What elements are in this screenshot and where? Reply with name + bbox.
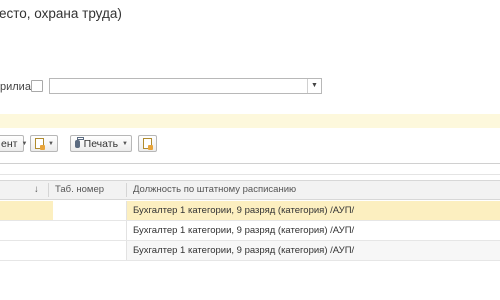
branch-select[interactable]: ▼ bbox=[49, 78, 322, 94]
tab-number-cell bbox=[53, 201, 106, 220]
column-header-position[interactable]: Должность по штатному расписанию bbox=[133, 181, 296, 199]
row-marker-cell bbox=[0, 201, 53, 220]
printer-icon bbox=[75, 136, 84, 148]
tab-number-cell bbox=[53, 221, 106, 240]
tab-number-cell bbox=[53, 241, 106, 260]
chevron-down-icon: ▼ bbox=[122, 140, 128, 147]
report-button[interactable] bbox=[138, 135, 157, 152]
info-banner bbox=[0, 114, 500, 128]
print-button[interactable]: Печать ▼ bbox=[70, 135, 132, 152]
column-header-tab-number[interactable]: Таб. номер bbox=[55, 181, 104, 199]
document-menu-label: ент bbox=[1, 137, 18, 150]
table-row[interactable]: Бухгалтер 1 категории, 9 разряд (категор… bbox=[0, 241, 500, 261]
position-cell: Бухгалтер 1 категории, 9 разряд (категор… bbox=[127, 241, 500, 260]
document-icon bbox=[35, 138, 45, 150]
table-search-bar[interactable] bbox=[0, 163, 500, 175]
create-based-on-button[interactable]: ▼ bbox=[30, 135, 58, 152]
print-label: Печать bbox=[83, 137, 119, 150]
position-cell: Бухгалтер 1 категории, 9 разряд (категор… bbox=[127, 221, 500, 240]
table-row[interactable]: Бухгалтер 1 категории, 9 разряд (категор… bbox=[0, 221, 500, 241]
position-text: Бухгалтер 1 категории, 9 разряд (категор… bbox=[133, 205, 355, 216]
dropdown-arrow-icon[interactable]: ▼ bbox=[307, 79, 321, 93]
position-text: Бухгалтер 1 категории, 9 разряд (категор… bbox=[133, 245, 355, 256]
chevron-down-icon: ▼ bbox=[21, 140, 28, 147]
table-row[interactable]: Бухгалтер 1 категории, 9 разряд (категор… bbox=[0, 201, 500, 221]
row-marker-cell bbox=[0, 221, 53, 240]
page-title: есто, охрана труда) bbox=[0, 6, 122, 21]
position-cell: Бухгалтер 1 категории, 9 разряд (категор… bbox=[127, 201, 500, 220]
report-icon bbox=[143, 138, 153, 150]
table-header: ↓ Таб. номер Должность по штатному распи… bbox=[0, 180, 500, 200]
row-marker-cell bbox=[0, 241, 53, 260]
column-divider bbox=[126, 183, 127, 197]
column-divider bbox=[48, 183, 49, 197]
document-menu-button[interactable]: ент ▼ bbox=[0, 135, 28, 152]
sort-desc-icon[interactable]: ↓ bbox=[34, 181, 39, 199]
filter-branch-checkbox[interactable] bbox=[31, 80, 43, 92]
chevron-down-icon: ▼ bbox=[48, 140, 54, 147]
position-text: Бухгалтер 1 категории, 9 разряд (категор… bbox=[133, 225, 355, 236]
